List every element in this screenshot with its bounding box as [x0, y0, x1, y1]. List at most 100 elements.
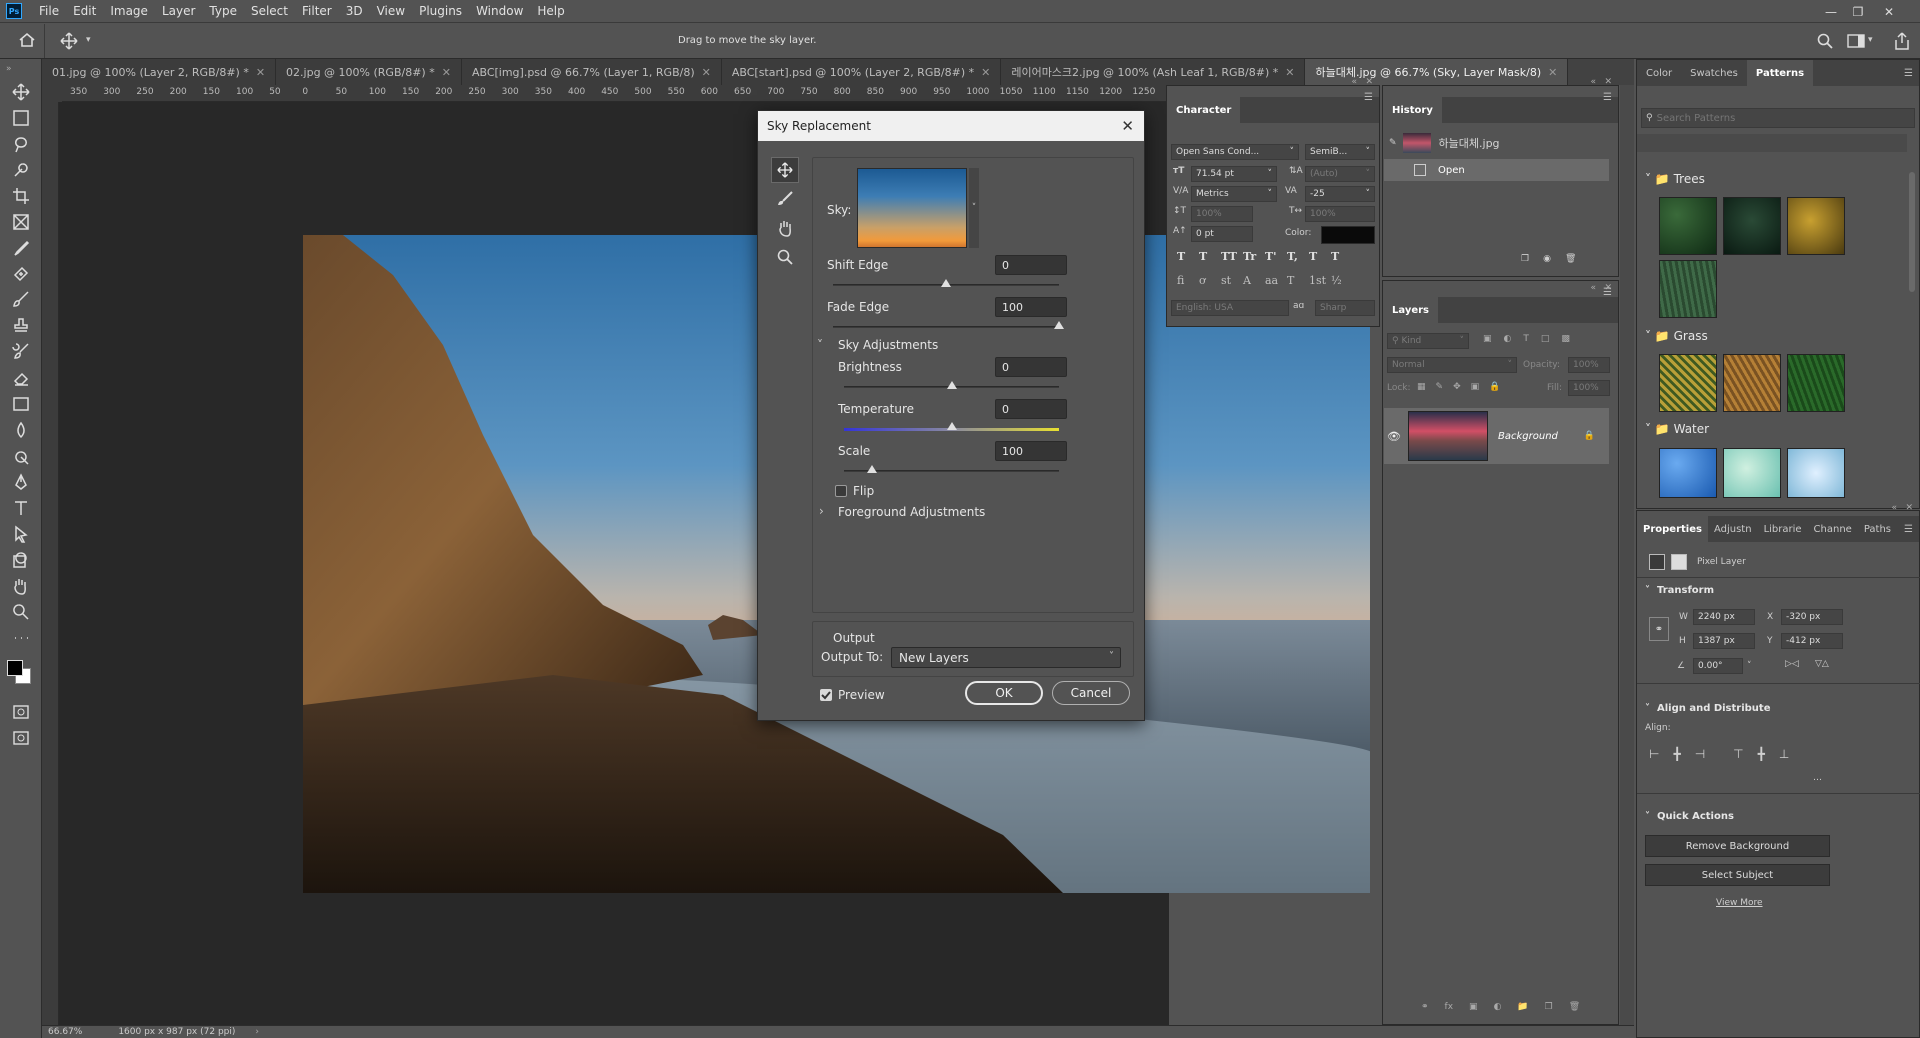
color-swatches[interactable] [7, 660, 35, 690]
vertical-scale-field[interactable]: 100% [1191, 206, 1253, 222]
home-icon[interactable] [18, 32, 36, 48]
menu-type[interactable]: Type [202, 0, 244, 23]
fade-edge-slider[interactable] [833, 321, 1064, 329]
opentype-button[interactable]: aa [1265, 274, 1287, 287]
view-more-link[interactable]: View More [1716, 898, 1763, 908]
menu-3d[interactable]: 3D [339, 0, 370, 23]
type-style-button[interactable]: Tr [1243, 250, 1265, 263]
crop-tool-icon[interactable] [7, 184, 35, 208]
flip-horizontal-icon[interactable]: ▷◁ [1785, 659, 1799, 669]
search-input[interactable] [1656, 112, 1897, 124]
x-field[interactable]: -320 px [1781, 609, 1843, 625]
menu-layer[interactable]: Layer [155, 0, 202, 23]
move-tool-icon[interactable] [7, 80, 35, 104]
smart-filter-icon[interactable]: ▩ [1561, 334, 1570, 344]
eraser-icon[interactable] [7, 366, 35, 390]
lasso-tool-icon[interactable] [7, 132, 35, 156]
align-middle-v-icon[interactable]: ╋ [1758, 747, 1765, 761]
document-tab[interactable]: 하늘대체.jpg @ 66.7% (Sky, Layer Mask/8) ✕ [1305, 59, 1569, 85]
layer-name[interactable]: Background [1498, 431, 1558, 442]
menu-plugins[interactable]: Plugins [412, 0, 469, 23]
menu-file[interactable]: File [32, 0, 66, 23]
font-family-select[interactable]: Open Sans Cond... ˅ [1171, 144, 1299, 160]
close-tab-icon[interactable]: ✕ [1548, 66, 1557, 79]
type-style-button[interactable]: TT [1221, 250, 1243, 263]
close-tab-icon[interactable]: ✕ [442, 66, 451, 79]
tab-properties[interactable]: Properties [1637, 516, 1708, 542]
tab-history[interactable]: History [1383, 97, 1442, 123]
type-style-button[interactable]: T' [1265, 250, 1287, 263]
slider-knob[interactable] [866, 465, 877, 473]
height-field[interactable]: 1387 px [1693, 633, 1755, 649]
history-step[interactable]: Open [1384, 159, 1609, 181]
language-select[interactable]: English: USA [1171, 300, 1289, 316]
panel-menu-icon[interactable]: ☰ [1603, 287, 1612, 298]
close-tab-icon[interactable]: ✕ [702, 66, 711, 79]
pattern-swatch[interactable] [1787, 197, 1845, 255]
quick-actions-section[interactable]: ˅ Quick Actions [1645, 811, 1734, 822]
leading-field[interactable]: (Auto) ˅ [1305, 166, 1375, 182]
slider-knob[interactable] [946, 381, 957, 389]
menu-filter[interactable]: Filter [295, 0, 339, 23]
chevron-down-icon[interactable]: ˅ [969, 168, 979, 248]
pattern-swatch[interactable] [1659, 197, 1717, 255]
menu-select[interactable]: Select [244, 0, 295, 23]
opentype-button[interactable]: 1st [1309, 274, 1331, 287]
horizontal-scale-field[interactable]: 100% [1305, 206, 1375, 222]
pattern-swatch[interactable] [1787, 448, 1845, 498]
menu-window[interactable]: Window [469, 0, 530, 23]
align-distribute-section[interactable]: ˅ Align and Distribute [1645, 703, 1771, 714]
select-subject-button[interactable]: Select Subject [1645, 864, 1830, 886]
chevron-right-icon[interactable]: › [255, 1027, 259, 1037]
sky-adjustments-header[interactable]: Sky Adjustments [838, 338, 938, 352]
align-left-icon[interactable]: ⊢ [1649, 747, 1659, 761]
adjustment-filter-icon[interactable]: ◐ [1504, 334, 1512, 344]
panel-scrollbar[interactable] [1620, 85, 1634, 1025]
lock-pixels-icon[interactable]: ▦ [1417, 382, 1426, 392]
gradient-icon[interactable] [7, 392, 35, 416]
lock-all-icon[interactable]: 🔒 [1489, 382, 1500, 392]
document-tab[interactable]: 02.jpg @ 100% (RGB/8#) * ✕ [276, 59, 462, 85]
pattern-swatch[interactable] [1723, 197, 1781, 255]
slider-knob[interactable] [1054, 321, 1064, 329]
shift-edge-input[interactable]: 0 [995, 255, 1067, 275]
brightness-slider[interactable] [844, 381, 1059, 389]
marquee-tool-icon[interactable] [7, 106, 35, 130]
mask-icon[interactable]: ▣ [1469, 1002, 1478, 1012]
move-tool-icon[interactable] [60, 32, 78, 50]
tab-swatches[interactable]: Swatches [1681, 60, 1747, 86]
opentype-button[interactable]: ½ [1331, 274, 1353, 287]
align-top-icon[interactable]: ⊤ [1733, 747, 1743, 761]
tracking-field[interactable]: -25 ˅ [1305, 186, 1375, 202]
document-tab[interactable]: ABC[img].psd @ 66.7% (Layer 1, RGB/8) ✕ [461, 59, 722, 85]
stamp-tool-icon[interactable] [7, 314, 35, 338]
opentype-button[interactable]: A [1243, 274, 1265, 287]
sky-move-tool-icon[interactable] [771, 157, 799, 183]
opentype-button[interactable]: T [1287, 274, 1309, 287]
more-tools-icon[interactable] [7, 626, 35, 650]
opentype-button[interactable]: ơ [1199, 274, 1221, 287]
panel-menu-icon[interactable]: ☰ [1364, 92, 1373, 103]
sky-brush-icon[interactable] [771, 186, 799, 212]
pattern-swatch[interactable] [1723, 448, 1781, 498]
brush-tool-icon[interactable] [7, 288, 35, 312]
document-tab[interactable]: 레이어마스크2.jpg @ 100% (Ash Leaf 1, RGB/8#) … [1001, 59, 1306, 85]
quick-select-icon[interactable] [7, 158, 35, 182]
tab-librarie[interactable]: Librarie [1758, 516, 1808, 542]
foreground-adjustments-header[interactable]: Foreground Adjustments [838, 505, 985, 519]
type-style-button[interactable]: T [1199, 250, 1221, 263]
type-style-button[interactable]: T [1309, 250, 1331, 263]
angle-field[interactable]: 0.00° [1693, 658, 1743, 674]
opacity-field[interactable]: 100% [1568, 357, 1610, 373]
pen-tool-icon[interactable] [7, 470, 35, 494]
dodge-tool-icon[interactable] [7, 444, 35, 468]
close-icon[interactable]: ✕ [1365, 77, 1373, 87]
minimize-icon[interactable]: — [1818, 0, 1844, 23]
frame-tool-icon[interactable] [7, 210, 35, 234]
path-select-icon[interactable] [7, 522, 35, 546]
menu-help[interactable]: Help [530, 0, 571, 23]
tab-patterns[interactable]: Patterns [1746, 60, 1814, 86]
history-brush-icon[interactable] [7, 340, 35, 364]
sky-preset-thumbnail[interactable] [857, 168, 967, 248]
camera-icon[interactable]: ◉ [1543, 254, 1551, 264]
